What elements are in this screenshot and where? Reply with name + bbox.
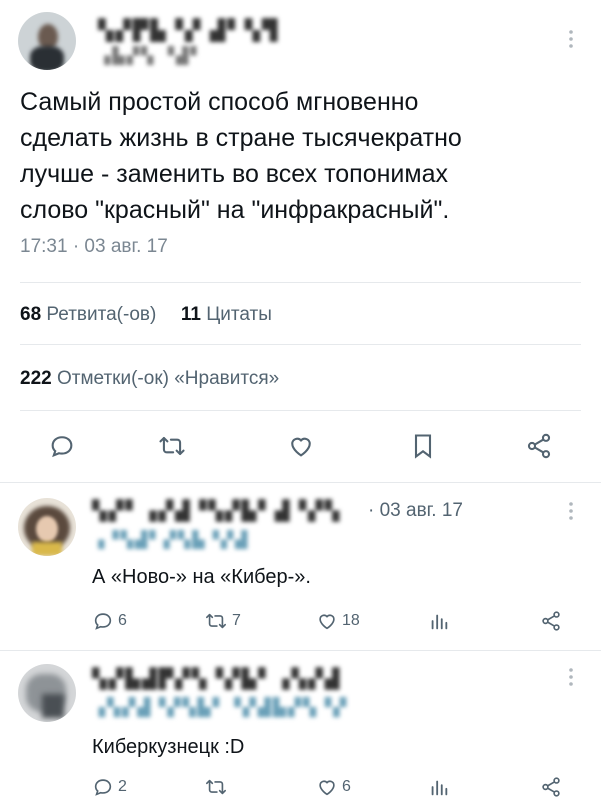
tweet-text-line: слово "красный" на "инфракрасный". [20,196,450,224]
tweet-text-line: сделать жизнь в стране тысячекратно [20,124,462,152]
tweet-text-line: Самый простой способ мгновенно [20,88,419,116]
reply-action-retweet[interactable]: 7 [204,610,241,632]
views-icon[interactable] [428,610,450,632]
reply-action-retweet[interactable] [204,776,232,798]
retweet-icon [204,776,228,798]
more-icon[interactable] [566,28,576,50]
like-icon [316,610,338,632]
author-handle[interactable]: ▗▙▞▚ ▝▟▘ [98,46,205,66]
retweet-count: 7 [232,612,241,629]
reply-count: 2 [118,778,127,795]
author-avatar[interactable] [18,12,76,70]
tweet-timestamp[interactable]: 17:31 · 03 авг. 17 [20,236,168,258]
divider [0,482,601,483]
reply-action-reply[interactable]: 6 [92,610,127,632]
quotes-label[interactable]: Цитаты [206,304,272,325]
likes-label[interactable]: Отметки(-ок) «Нравится» [57,368,279,389]
reply-action-like[interactable]: 18 [316,610,360,632]
reply-count: 6 [118,612,127,629]
reply-action-reply[interactable]: 2 [92,776,127,798]
retweet-icon [204,610,228,632]
views-icon[interactable] [428,776,450,798]
reply-author-name[interactable]: ▚▞▙▟▛▞▚▝▞▙▘▗▚▞▟ [92,668,341,691]
reply-icon[interactable] [48,432,76,460]
author-name[interactable]: ▚▞▛▙▝▞ ▟▘▚▜ [98,18,279,43]
reply-text: Киберкузнецк :D [92,736,245,758]
reply-avatar[interactable] [18,498,76,556]
divider [0,650,601,651]
tweet-stats-likes: 222 Отметки(-ок) «Нравится» [20,368,279,390]
reply-author-handle[interactable]: ▗▝▚▟▘▞▚▙▝▞▟ [92,530,249,550]
divider [20,282,581,283]
like-icon [316,776,338,798]
more-icon[interactable] [566,500,576,522]
retweets-label[interactable]: Ретвита(-ов) [46,304,156,325]
likes-count[interactable]: 222 [20,368,52,389]
retweets-count[interactable]: 68 [20,304,41,325]
share-icon[interactable] [540,610,562,632]
divider [20,344,581,345]
share-icon[interactable] [525,432,553,460]
like-count: 18 [342,612,360,629]
reply-icon [92,610,114,632]
like-count: 6 [342,778,351,795]
divider [20,410,581,411]
tweet-text: Самый простой способ мгновенно сделать ж… [20,84,590,228]
like-icon[interactable] [287,432,315,460]
reply-text: А «Ново-» на «Кибер-». [92,566,311,588]
quotes-count[interactable]: 11 [181,304,201,325]
reply-author-name[interactable]: ▚▞▘▗▞▟▝▚▞▙▘▟▝▞▚ [92,500,341,523]
bookmark-icon[interactable] [410,432,436,460]
retweet-icon[interactable] [157,432,187,460]
reply-date[interactable]: · 03 авг. 17 [368,500,463,522]
share-icon[interactable] [540,776,562,798]
reply-avatar[interactable] [18,664,76,722]
tweet-stats-retweets-quotes: 68 Ретвита(-ов) 11 Цитаты [20,304,272,326]
more-icon[interactable] [566,666,576,688]
reply-action-like[interactable]: 6 [316,776,351,798]
reply-icon [92,776,114,798]
tweet-text-line: лучше - заменить во всех топонимах [20,160,448,188]
reply-author-handle[interactable]: ▗▚▞▟▝▞▚▙▘▝▞▟▙▞▚▝▞ [92,698,348,718]
